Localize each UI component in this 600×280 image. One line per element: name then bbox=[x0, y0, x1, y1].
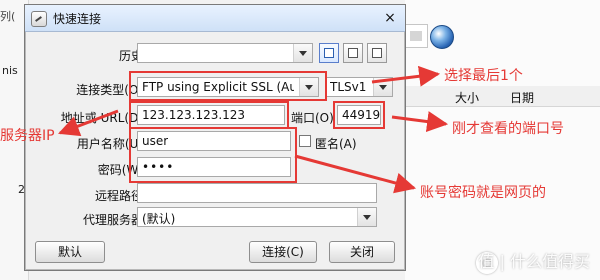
connect-button[interactable]: 连接(C) bbox=[249, 241, 317, 263]
chevron-down-icon bbox=[373, 78, 392, 96]
quick-connect-icon bbox=[31, 11, 47, 27]
quick-connect-dialog: 快速连接 × 历史 连接类型(O) FTP using Explicit SSL… bbox=[24, 4, 406, 271]
history-icon-button-2[interactable] bbox=[343, 43, 363, 63]
dialog-title: 快速连接 bbox=[53, 12, 102, 26]
annotation-server-ip: 服务器IP bbox=[0, 128, 55, 144]
close-button[interactable]: 关闭 bbox=[329, 241, 395, 263]
tls-value: TLSv1 bbox=[330, 80, 367, 94]
proxy-label: 代理服务器 bbox=[82, 213, 143, 227]
history-icon-button-1[interactable] bbox=[319, 43, 339, 63]
anonymous-checkbox[interactable] bbox=[299, 135, 311, 147]
background-file-header: 大小 日期 bbox=[405, 86, 600, 107]
annotation-port-note: 刚才查看的端口号 bbox=[452, 121, 564, 137]
proxy-dropdown[interactable]: (默认) bbox=[137, 207, 377, 227]
chevron-down-icon bbox=[293, 44, 312, 62]
background-toolbar-icon[interactable] bbox=[404, 24, 428, 48]
background-left-text: nis bbox=[2, 64, 18, 77]
highlight-connection-type bbox=[129, 71, 327, 101]
history-dropdown[interactable] bbox=[137, 43, 313, 63]
list-icon bbox=[348, 48, 358, 58]
size-column-header[interactable]: 大小 bbox=[455, 89, 479, 106]
port-label: 端口(O) bbox=[291, 111, 334, 125]
watermark-text: 值 | 什么值得买 bbox=[478, 252, 590, 271]
annotation-account-note: 账号密码就是网页的 bbox=[420, 185, 546, 201]
history-icon-button-3[interactable] bbox=[367, 43, 387, 63]
annotation-select-last: 选择最后1个 bbox=[444, 68, 523, 84]
highlight-port bbox=[333, 101, 385, 129]
remote-path-label: 远程路径 bbox=[94, 189, 143, 203]
highlight-address bbox=[129, 101, 289, 129]
delete-icon bbox=[372, 48, 382, 58]
highlight-credentials bbox=[129, 127, 297, 183]
dialog-titlebar[interactable]: 快速连接 × bbox=[25, 5, 405, 32]
anonymous-label[interactable]: 匿名(A) bbox=[315, 135, 357, 152]
globe-icon[interactable] bbox=[430, 25, 454, 49]
date-column-header[interactable]: 日期 bbox=[510, 89, 534, 106]
proxy-value: (默认) bbox=[142, 212, 176, 226]
window-icon bbox=[324, 48, 334, 58]
chevron-down-icon bbox=[357, 208, 376, 226]
close-icon[interactable]: × bbox=[381, 9, 399, 27]
remote-path-input[interactable] bbox=[137, 183, 377, 203]
default-button[interactable]: 默认 bbox=[35, 241, 105, 263]
tls-dropdown[interactable]: TLSv1 bbox=[325, 77, 393, 97]
